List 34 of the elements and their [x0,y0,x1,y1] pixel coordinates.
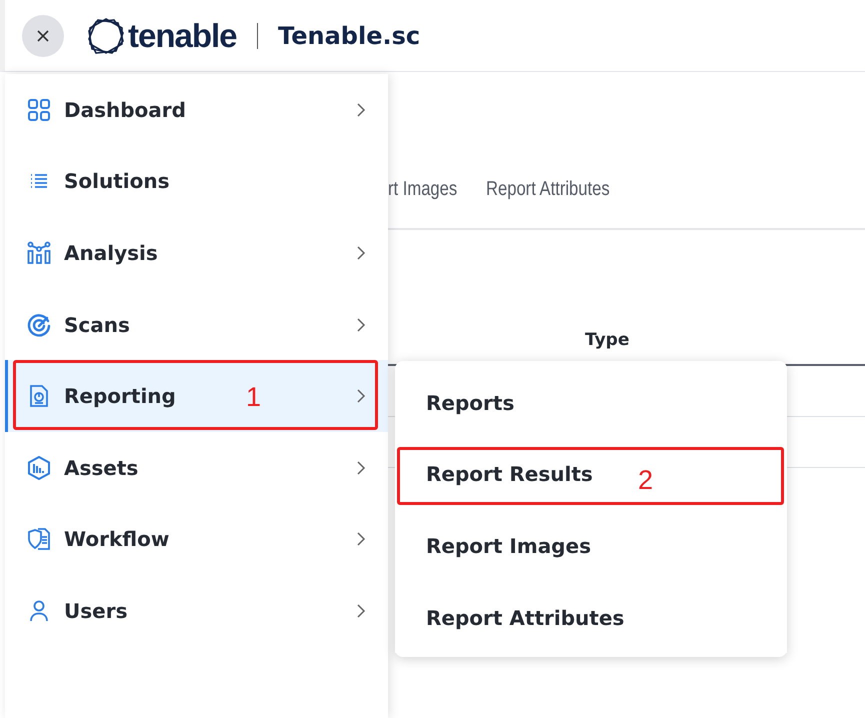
report-icon [29,384,49,408]
target-icon [27,312,51,337]
chevron-right-icon [356,316,366,333]
column-header: Type [585,330,630,352]
chevron-right-icon [356,531,366,548]
sidebar-item[interactable]: Dashboard [5,74,388,146]
chevron-right-icon [356,602,366,619]
shield-document-icon [27,527,51,552]
chart-nodes-icon [27,240,51,265]
annotation-number: 1 [246,384,262,411]
sidebar-item[interactable]: Users [5,575,388,647]
grid-icon [27,98,51,122]
sidebar-item[interactable]: Analysis [5,217,388,289]
brand-logo-text: tenable [128,16,237,54]
close-icon [35,28,51,44]
submenu-item[interactable]: Report Attributes [395,582,787,654]
tab[interactable]: Report Attributes [486,178,610,201]
tab[interactable]: rt Images [388,178,458,201]
hexagon-logo-icon [86,16,126,54]
submenu-item[interactable]: Report Images [395,510,787,582]
sidebar-item[interactable]: Solutions [5,146,388,218]
chevron-right-icon [356,102,366,118]
sidebar-item[interactable]: Scans [5,288,388,360]
chevron-right-icon [356,460,366,476]
submenu-item[interactable]: Reports [395,367,787,439]
annotation-number: 2 [638,467,654,494]
product-title: Tenable.sc [278,22,420,50]
chevron-right-icon [356,244,366,261]
chevron-right-icon [356,388,366,404]
close-button[interactable] [22,14,64,56]
hexagon-chart-icon [27,456,51,480]
sidebar-item[interactable]: Workflow [5,504,388,576]
sidebar-item[interactable]: Assets [5,432,388,504]
user-icon [29,600,49,622]
